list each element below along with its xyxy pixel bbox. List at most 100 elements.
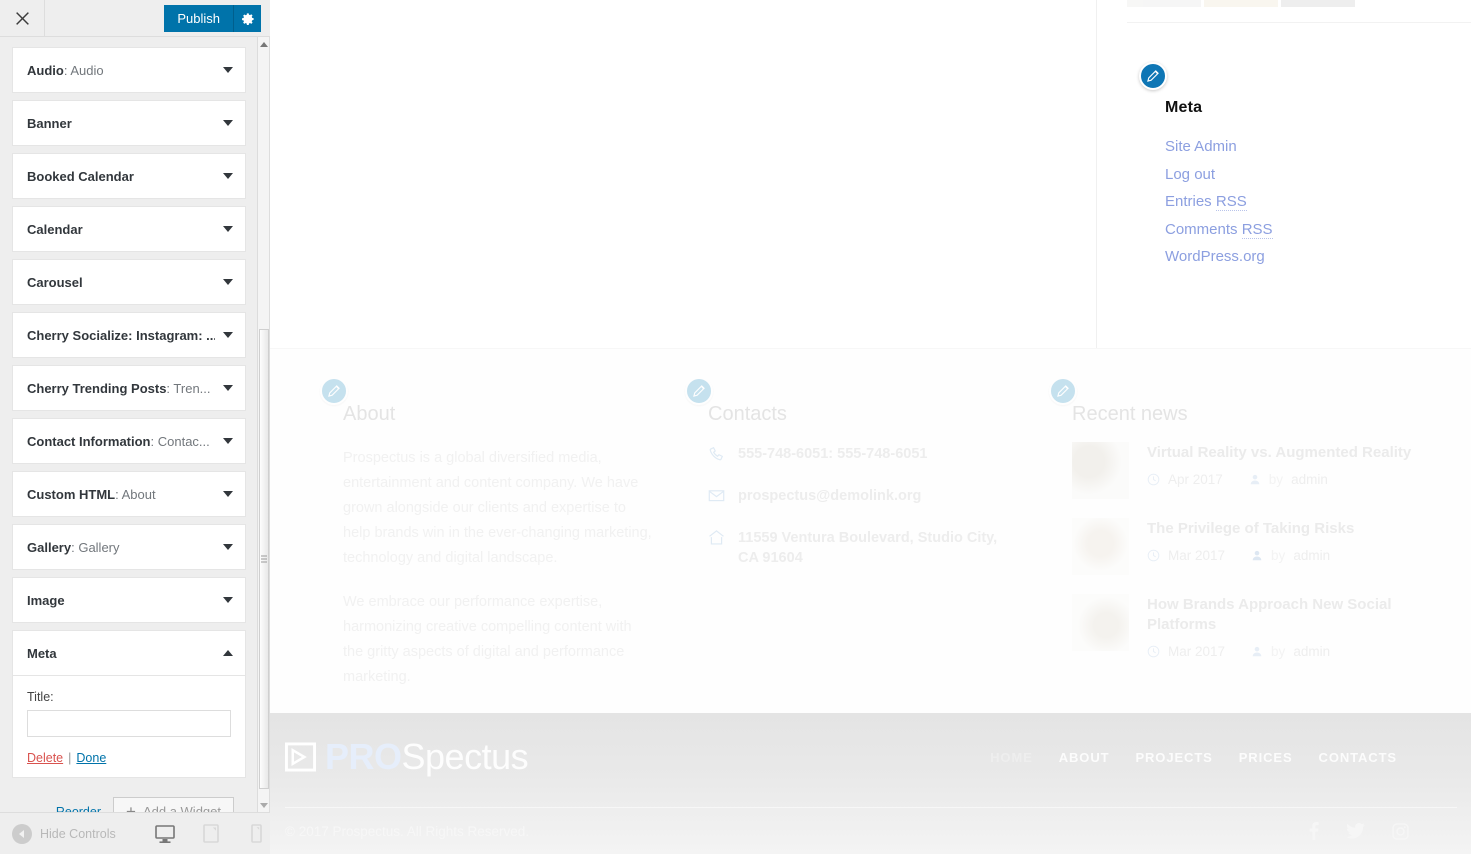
meta-link-comments-rss[interactable]: Comments RSS xyxy=(1165,220,1273,239)
post-date: Apr 2017 xyxy=(1147,472,1223,487)
widget-title: Audio: Audio xyxy=(27,62,104,78)
mobile-icon[interactable] xyxy=(244,821,270,847)
widget-title: Cherry Trending Posts: Tren... xyxy=(27,380,211,396)
meta-link-entries-rss[interactable]: Entries RSS xyxy=(1165,193,1247,211)
list-item: 555-748-6051: 555-748-6051 xyxy=(708,444,1010,464)
post-thumbnail[interactable] xyxy=(1072,442,1129,499)
delete-link[interactable]: Delete xyxy=(27,751,63,765)
edit-widget-pencil-icon[interactable] xyxy=(1049,377,1077,405)
twitter-icon[interactable] xyxy=(1346,823,1365,839)
author-name: admin xyxy=(1291,472,1328,487)
meta-link-wordpress-org[interactable]: WordPress.org xyxy=(1165,248,1265,265)
post-body: Virtual Reality vs. Augmented Reality Ap… xyxy=(1147,442,1444,499)
chevron-down-icon xyxy=(223,491,233,497)
close-icon[interactable] xyxy=(0,0,45,37)
footer-bottom-row: © 2017 Prospectus. All Rights Reserved. xyxy=(270,808,1471,854)
scroll-down-arrow-icon[interactable] xyxy=(258,798,269,812)
post-title-link[interactable]: How Brands Approach New Social Platforms xyxy=(1147,596,1392,633)
chevron-down-icon xyxy=(223,438,233,444)
nav-item-about[interactable]: ABOUT xyxy=(1059,750,1110,765)
instagram-icon[interactable] xyxy=(1392,822,1409,840)
nav-item-home[interactable]: HOME xyxy=(990,750,1033,765)
widget-header-image[interactable]: Image xyxy=(13,578,245,622)
widget-header-custom-html[interactable]: Custom HTML: About xyxy=(13,472,245,516)
footer-widget-about: About Prospectus is a global diversified… xyxy=(315,377,655,690)
meta-link-log-out[interactable]: Log out xyxy=(1165,166,1215,183)
widget-header-banner[interactable]: Banner xyxy=(13,101,245,145)
scrollbar-thumb[interactable] xyxy=(259,329,269,789)
widget-header-audio[interactable]: Audio: Audio xyxy=(13,48,245,92)
phone-icon xyxy=(708,445,725,462)
edit-widget-pencil-icon[interactable] xyxy=(685,377,713,405)
preview-sidebar-column: Meta Site Admin Log out Entries RSS Comm… xyxy=(1096,0,1471,348)
done-link[interactable]: Done xyxy=(76,751,106,765)
widget-header-meta[interactable]: Meta xyxy=(13,631,245,675)
meta-widget-title: Meta xyxy=(1165,99,1203,116)
thumbnail xyxy=(1127,0,1201,7)
plus-icon: + xyxy=(126,802,136,812)
site-preview[interactable]: Meta Site Admin Log out Entries RSS Comm… xyxy=(270,0,1471,854)
meta-link-site-admin[interactable]: Site Admin xyxy=(1165,138,1237,155)
widget-heading: Recent news xyxy=(1072,403,1188,425)
sidebar-scrollbar[interactable] xyxy=(257,37,269,812)
widget-header-contact-information[interactable]: Contact Information: Contac... xyxy=(13,419,245,463)
nav-item-projects[interactable]: PROJECTS xyxy=(1135,750,1212,765)
gear-icon[interactable] xyxy=(233,5,261,32)
widget-title: Calendar xyxy=(27,221,83,237)
widget-header-gallery[interactable]: Gallery: Gallery xyxy=(13,525,245,569)
widget-title: Contact Information: Contac... xyxy=(27,433,210,449)
post-date: Mar 2017 xyxy=(1147,644,1225,659)
customizer-widgets-panel[interactable]: Audio: Audio Banner Booked Calendar Cale… xyxy=(0,37,258,812)
edit-widget-pin-news xyxy=(1049,377,1077,405)
user-icon xyxy=(1249,473,1261,486)
section-divider xyxy=(1127,22,1471,23)
publish-button[interactable]: Publish xyxy=(164,5,233,32)
thumbnail xyxy=(1204,0,1278,7)
desktop-icon[interactable] xyxy=(152,821,178,847)
post-thumbnail[interactable] xyxy=(1072,518,1129,575)
widget-actions: Delete | Done xyxy=(27,751,231,765)
widget-title: Custom HTML: About xyxy=(27,486,156,502)
widget-header-cherry-trending-posts[interactable]: Cherry Trending Posts: Tren... xyxy=(13,366,245,410)
edit-widget-pin-contacts xyxy=(685,377,713,405)
hide-controls-button[interactable]: Hide Controls xyxy=(12,823,116,844)
chevron-down-icon xyxy=(223,279,233,285)
post-title-link[interactable]: The Privilege of Taking Risks xyxy=(1147,520,1354,537)
widget-accordion-item: Carousel xyxy=(12,259,246,305)
list-item: Log out xyxy=(1165,166,1273,184)
nav-item-contacts[interactable]: CONTACTS xyxy=(1319,750,1397,765)
contact-list: 555-748-6051: 555-748-6051 prospectus@de… xyxy=(708,444,1010,568)
widget-title: Banner xyxy=(27,115,72,131)
widget-accordion-item: Audio: Audio xyxy=(12,47,246,93)
title-input[interactable] xyxy=(27,710,231,737)
envelope-icon xyxy=(708,487,725,504)
widget-accordion-item: Cherry Trending Posts: Tren... xyxy=(12,365,246,411)
add-widget-button[interactable]: + Add a Widget xyxy=(113,797,234,812)
post-title-link[interactable]: Virtual Reality vs. Augmented Reality xyxy=(1147,444,1411,461)
post-thumbnail[interactable] xyxy=(1072,594,1129,651)
widget-header-booked-calendar[interactable]: Booked Calendar xyxy=(13,154,245,198)
thumbnail xyxy=(1281,0,1355,7)
post-date: Mar 2017 xyxy=(1147,548,1225,563)
phone-text: 555-748-6051: 555-748-6051 xyxy=(738,446,928,462)
widget-header-calendar[interactable]: Calendar xyxy=(13,207,245,251)
list-item: Site Admin xyxy=(1165,138,1273,156)
date-text: Mar 2017 xyxy=(1168,644,1226,659)
widget-panel-actions: Reorder + Add a Widget xyxy=(12,785,246,812)
edit-widget-pencil-icon[interactable] xyxy=(320,377,348,405)
action-separator: | xyxy=(68,751,72,765)
widget-header-carousel[interactable]: Carousel xyxy=(13,260,245,304)
edit-widget-pencil-icon[interactable] xyxy=(1139,62,1167,90)
tablet-icon[interactable] xyxy=(198,821,224,847)
title-field-label: Title: xyxy=(27,690,54,704)
facebook-icon[interactable] xyxy=(1308,822,1319,840)
widget-accordion-item: Contact Information: Contac... xyxy=(12,418,246,464)
reorder-link[interactable]: Reorder xyxy=(56,805,101,813)
widget-header-cherry-socialize[interactable]: Cherry Socialize: Instagram: ... xyxy=(13,313,245,357)
site-logo[interactable]: PROSpectus xyxy=(285,739,529,775)
widget-list: Audio: Audio Banner Booked Calendar Cale… xyxy=(0,37,258,812)
widget-title: Meta xyxy=(27,645,57,661)
nav-item-prices[interactable]: PRICES xyxy=(1239,750,1293,765)
scroll-up-arrow-icon[interactable] xyxy=(258,37,269,51)
add-widget-label: Add a Widget xyxy=(142,804,221,812)
